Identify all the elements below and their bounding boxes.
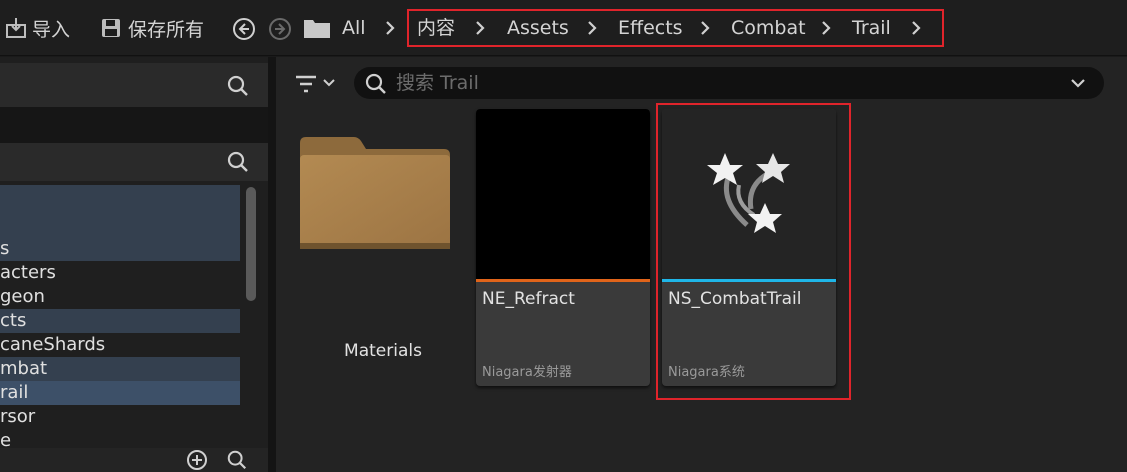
tree-item[interactable]: s	[0, 237, 240, 261]
tree-item[interactable]: mbat	[0, 357, 240, 381]
asset-thumbnail	[476, 109, 650, 279]
sources-panel: s acters geon cts caneShards mbat rail r…	[0, 57, 268, 472]
asset-name: NE_Refract	[482, 289, 575, 309]
chevron-down-icon	[323, 79, 335, 87]
asset-tile-ne-refract[interactable]: NE_Refract Niagara发射器	[476, 109, 650, 386]
filter-icon	[296, 75, 316, 93]
favorites-header[interactable]	[0, 63, 268, 107]
asset-highlight-box	[656, 103, 851, 400]
panel-separator	[0, 107, 268, 143]
asset-type: Niagara发射器	[482, 365, 572, 380]
search-icon	[365, 73, 386, 94]
search-icon[interactable]	[226, 449, 248, 471]
forward-icon[interactable]	[268, 17, 292, 41]
tree-search-bar[interactable]	[0, 143, 268, 181]
save-icon	[102, 19, 120, 37]
filter-dropdown[interactable]	[294, 71, 342, 97]
search-icon[interactable]	[226, 150, 250, 174]
folder-name: Materials	[344, 341, 422, 361]
tree-scrollbar[interactable]	[246, 187, 256, 301]
import-icon	[6, 18, 26, 38]
chevron-right-icon[interactable]	[384, 19, 396, 37]
folder-icon	[300, 137, 450, 249]
import-label: 导入	[32, 18, 71, 41]
toolbar: 导入 保存所有 All 内容 Assets Effects Combat Tra…	[0, 0, 1127, 56]
breadcrumb-all[interactable]: All	[342, 14, 366, 42]
asset-search-input[interactable]: 搜索 Trail	[354, 67, 1104, 99]
import-button[interactable]: 导入	[4, 14, 70, 42]
chevron-down-icon[interactable]	[1070, 77, 1086, 89]
tree-item[interactable]: geon	[0, 285, 240, 309]
save-all-label: 保存所有	[128, 18, 205, 41]
tree-item[interactable]: e	[0, 429, 240, 447]
tree-item[interactable]: caneShards	[0, 333, 240, 357]
folder-tile-materials[interactable]: Materials	[296, 109, 470, 386]
search-icon[interactable]	[226, 74, 250, 98]
back-icon[interactable]	[232, 17, 256, 41]
tree-item[interactable]: acters	[0, 261, 240, 285]
breadcrumb-highlight-box	[407, 9, 944, 47]
tree-item[interactable]: rsor	[0, 405, 240, 429]
panel-splitter[interactable]	[268, 57, 276, 472]
collections-header	[0, 448, 268, 472]
folder-icon	[304, 20, 330, 38]
search-placeholder: 搜索 Trail	[396, 72, 479, 94]
save-all-button[interactable]: 保存所有	[100, 14, 204, 42]
folder-tree: s acters geon cts caneShards mbat rail r…	[0, 185, 242, 447]
tree-item[interactable]: cts	[0, 309, 240, 333]
add-icon[interactable]	[186, 449, 208, 471]
asset-type-stripe	[476, 279, 650, 282]
tree-item-selected[interactable]: rail	[0, 381, 240, 405]
